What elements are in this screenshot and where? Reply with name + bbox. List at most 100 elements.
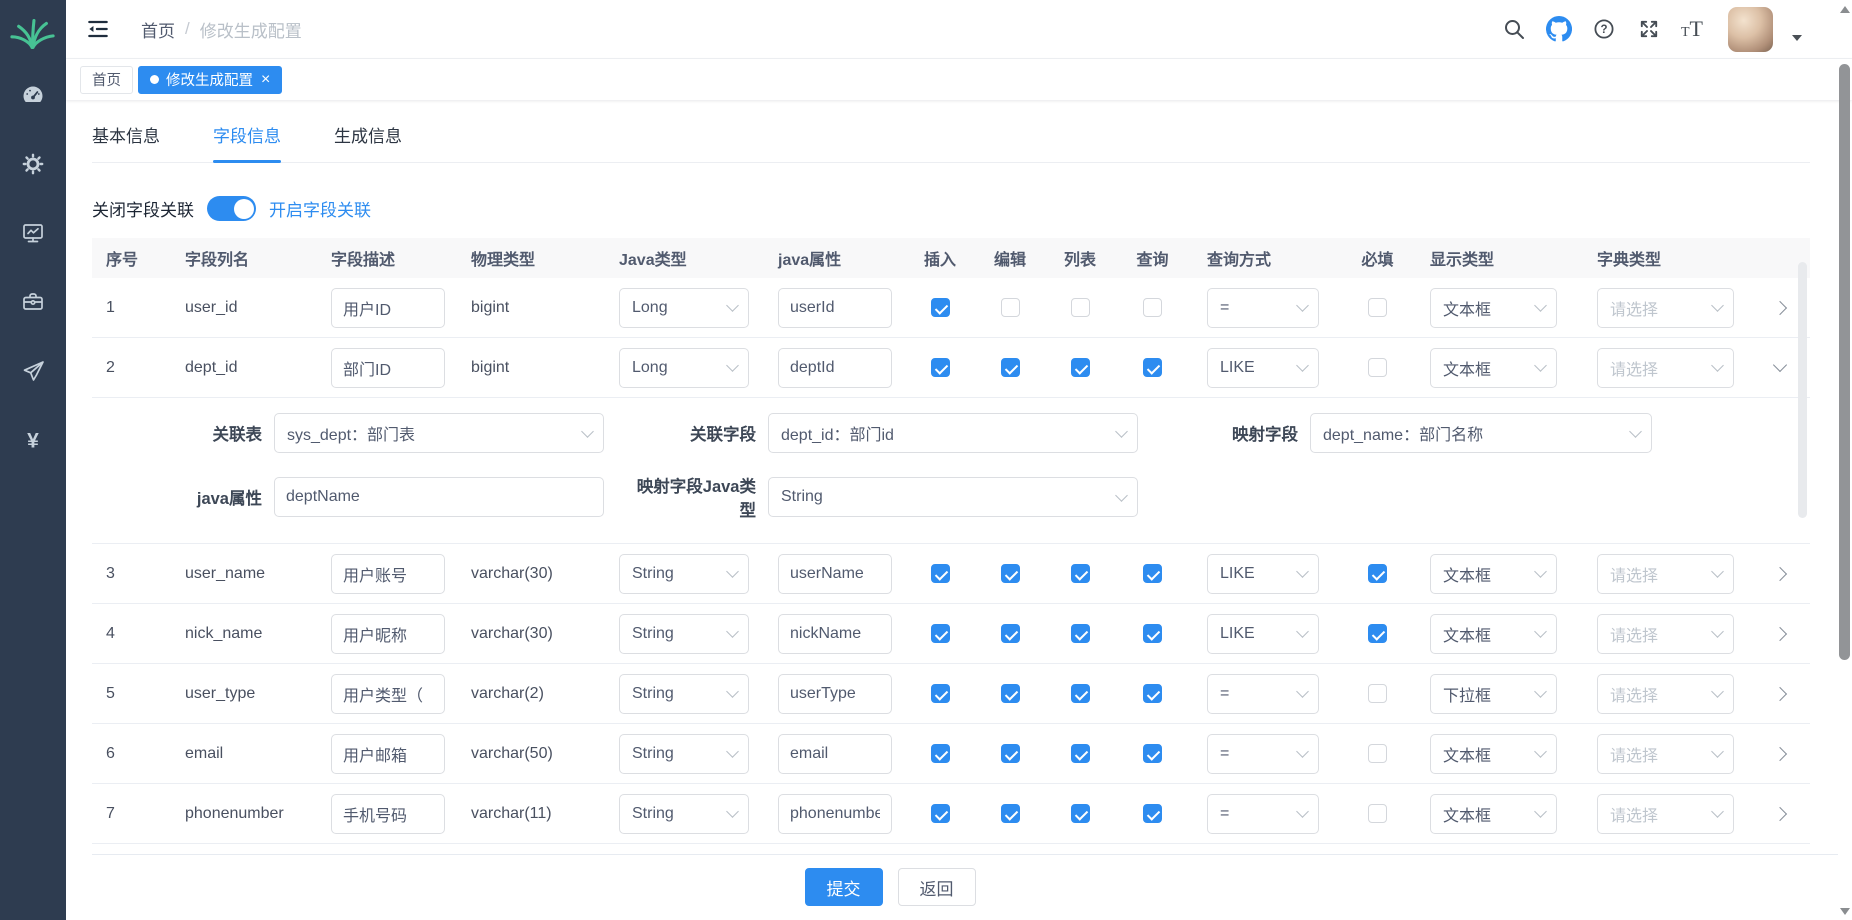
edit-checkbox[interactable]	[1001, 298, 1020, 317]
query-checkbox[interactable]	[1143, 624, 1162, 643]
java-type-select[interactable]: Long	[619, 288, 749, 328]
menu-fold-icon[interactable]	[85, 16, 111, 42]
user-menu-caret-icon[interactable]	[1792, 35, 1802, 41]
required-checkbox[interactable]	[1368, 744, 1387, 763]
tab-basic-info[interactable]: 基本信息	[92, 122, 160, 162]
mapped-java-field-input[interactable]	[274, 477, 604, 517]
description-input[interactable]	[331, 348, 445, 388]
java-type-select[interactable]: String	[619, 674, 749, 714]
dict-type-select[interactable]: 请选择	[1597, 734, 1734, 774]
dict-type-select[interactable]: 请选择	[1597, 614, 1734, 654]
query-checkbox[interactable]	[1143, 804, 1162, 823]
dict-type-select[interactable]: 请选择	[1597, 554, 1734, 594]
query-mode-select[interactable]: LIKE	[1207, 614, 1319, 654]
display-type-select[interactable]: 文本框	[1430, 554, 1557, 594]
description-input[interactable]	[331, 288, 445, 328]
java-field-input[interactable]	[778, 554, 892, 594]
insert-checkbox[interactable]	[931, 684, 950, 703]
list-checkbox[interactable]	[1071, 564, 1090, 583]
back-button[interactable]: 返回	[898, 868, 976, 906]
expand-row-icon[interactable]	[1773, 746, 1787, 760]
table-scrollbar-thumb[interactable]	[1798, 262, 1807, 518]
search-icon[interactable]	[1501, 16, 1527, 42]
tab-field-info[interactable]: 字段信息	[213, 122, 281, 162]
description-input[interactable]	[331, 554, 445, 594]
app-logo[interactable]	[0, 0, 66, 66]
required-checkbox[interactable]	[1368, 804, 1387, 823]
scrollbar-thumb[interactable]	[1839, 64, 1850, 660]
list-checkbox[interactable]	[1071, 744, 1090, 763]
edit-checkbox[interactable]	[1001, 804, 1020, 823]
query-mode-select[interactable]: =	[1207, 734, 1319, 774]
dict-type-select[interactable]: 请选择	[1597, 348, 1734, 388]
insert-checkbox[interactable]	[931, 744, 950, 763]
dict-type-select[interactable]: 请选择	[1597, 674, 1734, 714]
java-field-input[interactable]	[778, 734, 892, 774]
mapped-field-select[interactable]: dept_name：部门名称	[1310, 413, 1652, 453]
insert-checkbox[interactable]	[931, 624, 950, 643]
expand-row-icon[interactable]	[1773, 300, 1787, 314]
related-field-select[interactable]: dept_id：部门id	[768, 413, 1138, 453]
required-checkbox[interactable]	[1368, 684, 1387, 703]
insert-checkbox[interactable]	[931, 564, 950, 583]
query-checkbox[interactable]	[1143, 744, 1162, 763]
java-type-select[interactable]: Long	[619, 348, 749, 388]
list-checkbox[interactable]	[1071, 684, 1090, 703]
list-checkbox[interactable]	[1071, 358, 1090, 377]
breadcrumb-home[interactable]: 首页	[141, 17, 175, 42]
required-checkbox[interactable]	[1368, 624, 1387, 643]
page-scrollbar[interactable]	[1837, 0, 1852, 920]
insert-checkbox[interactable]	[931, 298, 950, 317]
java-field-input[interactable]	[778, 288, 892, 328]
description-input[interactable]	[331, 734, 445, 774]
tag-current-page[interactable]: 修改生成配置 ×	[138, 66, 282, 94]
tab-generate-info[interactable]: 生成信息	[334, 122, 402, 162]
github-icon[interactable]	[1546, 16, 1572, 42]
query-mode-select[interactable]: =	[1207, 794, 1319, 834]
edit-checkbox[interactable]	[1001, 684, 1020, 703]
scrollbar-up-arrow-icon[interactable]	[1840, 6, 1850, 13]
sidebar-item-monitor[interactable]	[20, 220, 46, 246]
insert-checkbox[interactable]	[931, 804, 950, 823]
java-field-input[interactable]	[778, 348, 892, 388]
edit-checkbox[interactable]	[1001, 624, 1020, 643]
fullscreen-icon[interactable]	[1636, 16, 1662, 42]
insert-checkbox[interactable]	[931, 358, 950, 377]
java-field-input[interactable]	[778, 614, 892, 654]
sidebar-item-send[interactable]	[20, 358, 46, 384]
field-association-toggle[interactable]	[207, 196, 256, 221]
description-input[interactable]	[331, 674, 445, 714]
query-checkbox[interactable]	[1143, 564, 1162, 583]
dict-type-select[interactable]: 请选择	[1597, 794, 1734, 834]
java-type-select[interactable]: String	[619, 554, 749, 594]
java-type-select[interactable]: String	[619, 794, 749, 834]
display-type-select[interactable]: 文本框	[1430, 614, 1557, 654]
required-checkbox[interactable]	[1368, 358, 1387, 377]
edit-checkbox[interactable]	[1001, 564, 1020, 583]
sidebar-item-dashboard[interactable]	[20, 82, 46, 108]
java-type-select[interactable]: String	[619, 734, 749, 774]
font-size-icon[interactable]: TT	[1681, 18, 1703, 40]
required-checkbox[interactable]	[1368, 298, 1387, 317]
description-input[interactable]	[331, 614, 445, 654]
display-type-select[interactable]: 文本框	[1430, 734, 1557, 774]
display-type-select[interactable]: 文本框	[1430, 794, 1557, 834]
avatar[interactable]	[1728, 7, 1773, 52]
submit-button[interactable]: 提交	[805, 868, 883, 906]
query-mode-select[interactable]: LIKE	[1207, 554, 1319, 594]
display-type-select[interactable]: 下拉框	[1430, 674, 1557, 714]
expand-row-icon[interactable]	[1773, 806, 1787, 820]
sidebar-item-toolbox[interactable]	[20, 289, 46, 315]
sidebar-item-finance[interactable]: ¥	[20, 427, 46, 453]
tag-home[interactable]: 首页	[80, 66, 133, 94]
java-type-select[interactable]: String	[619, 614, 749, 654]
query-checkbox[interactable]	[1143, 298, 1162, 317]
query-checkbox[interactable]	[1143, 358, 1162, 377]
mapped-java-type-select[interactable]: String	[768, 477, 1138, 517]
sidebar-item-settings[interactable]	[20, 151, 46, 177]
java-field-input[interactable]	[778, 794, 892, 834]
display-type-select[interactable]: 文本框	[1430, 348, 1557, 388]
expand-row-icon[interactable]	[1773, 566, 1787, 580]
edit-checkbox[interactable]	[1001, 358, 1020, 377]
query-mode-select[interactable]: LIKE	[1207, 348, 1319, 388]
